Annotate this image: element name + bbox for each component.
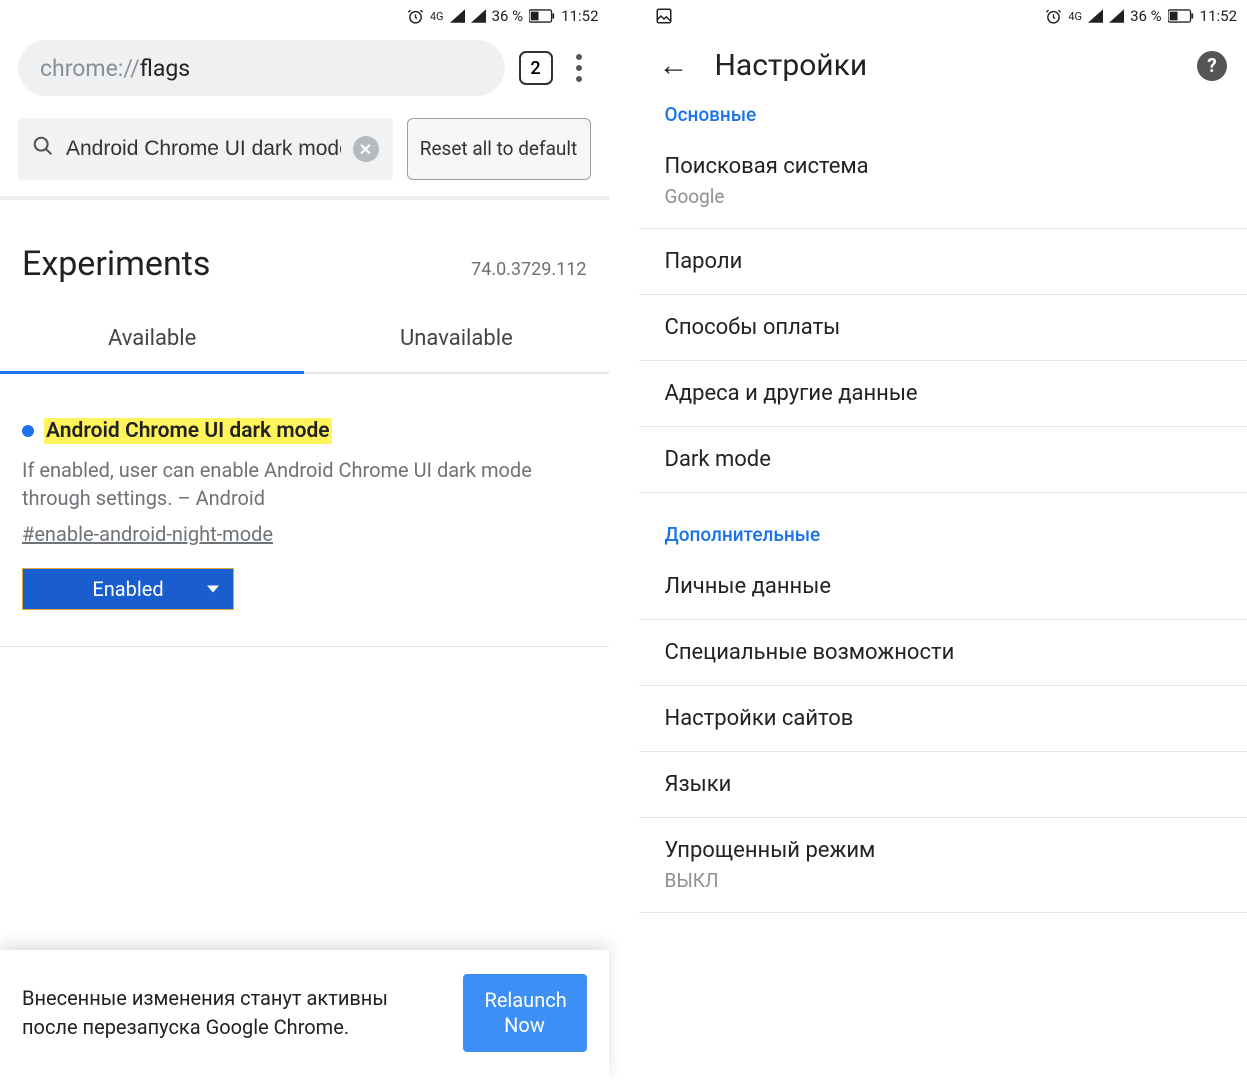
settings-title: Настройки	[715, 48, 1172, 83]
tab-available[interactable]: Available	[0, 302, 304, 374]
setting-label: Языки	[665, 772, 1222, 797]
tab-switcher-button[interactable]: 2	[519, 51, 553, 85]
setting-label: Dark mode	[665, 447, 1222, 472]
network-label: 4G	[430, 10, 444, 23]
setting-label: Адреса и другие данные	[665, 381, 1222, 406]
relaunch-message: Внесенные изменения станут активны после…	[22, 984, 445, 1042]
clock-label: 11:52	[1200, 7, 1237, 25]
relaunch-bar: Внесенные изменения станут активны после…	[0, 950, 609, 1080]
url-path: flags	[140, 55, 190, 82]
setting-label: Поисковая система	[665, 154, 1222, 179]
flag-anchor-link[interactable]: #enable-android-night-mode	[22, 522, 273, 546]
relaunch-button[interactable]: Relaunch Now	[463, 974, 587, 1052]
browser-toolbar: chrome://flags 2	[0, 32, 609, 108]
flag-entry: Android Chrome UI dark mode If enabled, …	[0, 374, 609, 647]
flag-state-value: Enabled	[92, 577, 163, 601]
section-advanced: Дополнительные	[639, 513, 1247, 554]
screen-settings: 4G 36 % 11:52 ← Настройки ? Основные Пои…	[639, 0, 1247, 1080]
chevron-down-icon	[207, 586, 219, 593]
chrome-version: 74.0.3729.112	[471, 259, 586, 280]
experiment-tabs: Available Unavailable	[0, 302, 609, 374]
status-bar: 4G 36 % 11:52	[0, 0, 609, 32]
back-arrow-icon[interactable]: ←	[659, 48, 689, 83]
flag-search-input[interactable]	[66, 137, 341, 161]
setting-site-settings[interactable]: Настройки сайтов	[639, 686, 1247, 752]
settings-toolbar: ← Настройки ?	[639, 32, 1247, 93]
alarm-icon	[407, 8, 424, 25]
network-label: 4G	[1068, 10, 1082, 23]
setting-accessibility[interactable]: Специальные возможности	[639, 620, 1247, 686]
battery-icon	[1168, 9, 1194, 23]
overflow-menu-icon[interactable]	[567, 48, 591, 88]
setting-label: Упрощенный режим	[665, 838, 1222, 863]
setting-label: Пароли	[665, 249, 1222, 274]
experiments-header: Experiments 74.0.3729.112	[0, 200, 609, 302]
battery-pct: 36 %	[1130, 7, 1162, 25]
picture-icon	[655, 7, 673, 25]
help-icon[interactable]: ?	[1197, 51, 1227, 81]
flag-description: If enabled, user can enable Android Chro…	[22, 456, 587, 512]
flag-state-dropdown[interactable]: Enabled	[22, 568, 234, 610]
alarm-icon	[1045, 8, 1062, 25]
flag-search-box[interactable]: ✕	[18, 118, 393, 180]
clock-label: 11:52	[561, 7, 598, 25]
setting-passwords[interactable]: Пароли	[639, 229, 1247, 295]
reset-all-button[interactable]: Reset all to default	[407, 118, 591, 180]
setting-value: Google	[665, 185, 1222, 208]
omnibox[interactable]: chrome://flags	[18, 40, 505, 96]
setting-languages[interactable]: Языки	[639, 752, 1247, 818]
setting-label: Личные данные	[665, 574, 1222, 599]
setting-payment[interactable]: Способы оплаты	[639, 295, 1247, 361]
signal-icon-2	[1109, 9, 1124, 23]
flag-search-row: ✕ Reset all to default	[0, 108, 609, 200]
signal-icon	[450, 9, 465, 23]
setting-search-engine[interactable]: Поисковая система Google	[639, 134, 1247, 229]
setting-label: Специальные возможности	[665, 640, 1222, 665]
url-scheme: chrome://	[40, 55, 140, 82]
status-bar: 4G 36 % 11:52	[639, 0, 1247, 32]
modified-dot-icon	[22, 425, 34, 437]
clear-search-icon[interactable]: ✕	[353, 136, 379, 162]
battery-icon	[529, 9, 555, 23]
search-icon	[32, 135, 54, 163]
flag-title: Android Chrome UI dark mode	[44, 418, 332, 444]
tab-unavailable[interactable]: Unavailable	[304, 302, 608, 374]
setting-personal-data[interactable]: Личные данные	[639, 554, 1247, 620]
battery-pct: 36 %	[492, 7, 524, 25]
screen-chrome-flags: 4G 36 % 11:52 chrome://flags 2 ✕ Reset a…	[0, 0, 639, 1080]
setting-value: ВЫКЛ	[665, 869, 1222, 892]
setting-label: Настройки сайтов	[665, 706, 1222, 731]
signal-icon	[1088, 9, 1103, 23]
setting-dark-mode[interactable]: Dark mode	[639, 427, 1247, 493]
setting-label: Способы оплаты	[665, 315, 1222, 340]
experiments-title: Experiments	[22, 244, 210, 284]
signal-icon-2	[471, 9, 486, 23]
setting-addresses[interactable]: Адреса и другие данные	[639, 361, 1247, 427]
section-basic: Основные	[639, 93, 1247, 134]
setting-lite-mode[interactable]: Упрощенный режим ВЫКЛ	[639, 818, 1247, 913]
